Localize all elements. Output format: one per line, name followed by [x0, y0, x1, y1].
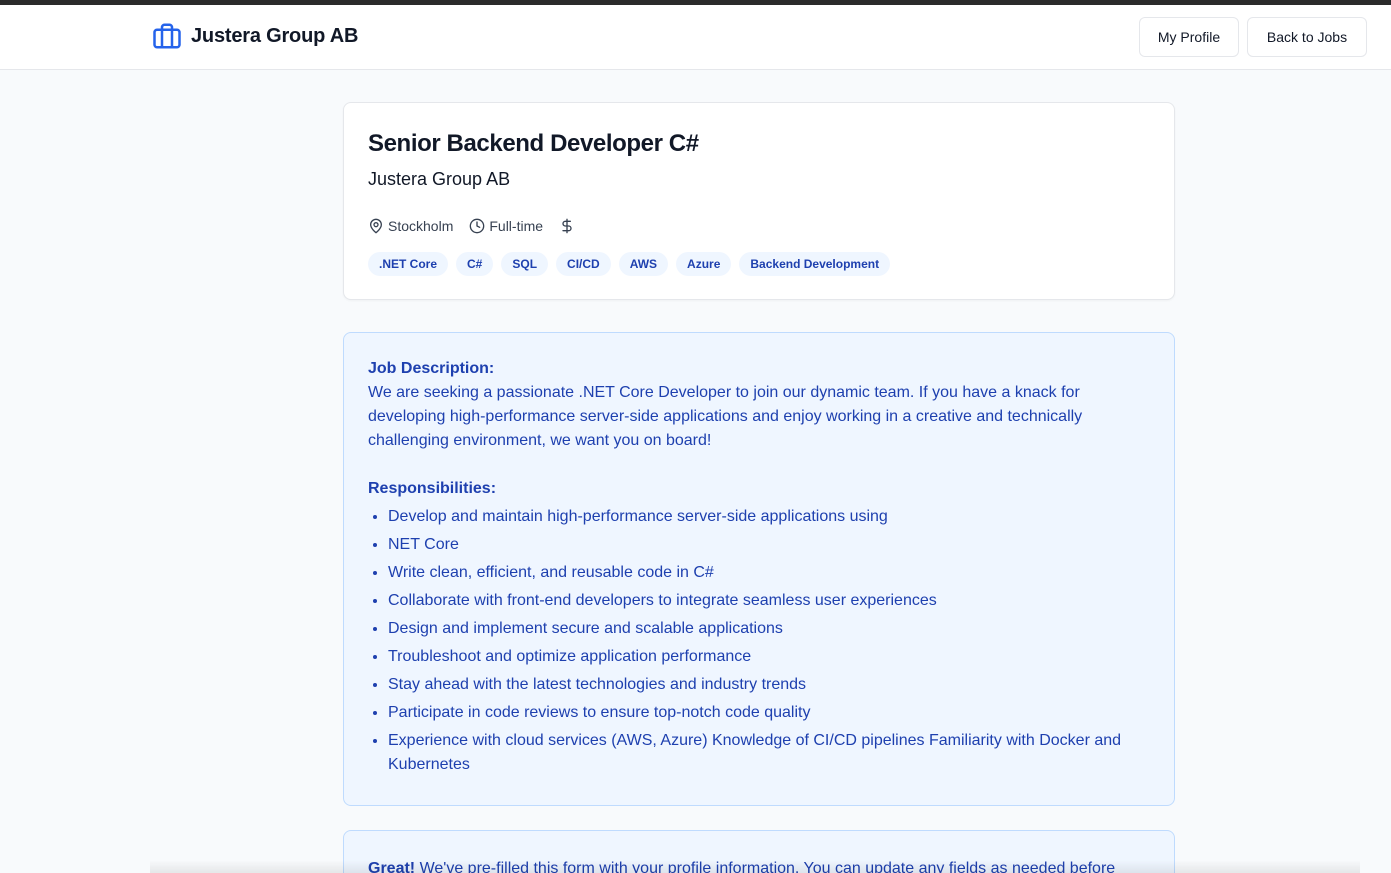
job-type-item: Full-time	[469, 218, 543, 234]
brand-name: Justera Group AB	[191, 24, 359, 47]
job-meta: Stockholm Full-time	[368, 218, 575, 234]
skill-tag: Backend Development	[739, 252, 891, 276]
back-to-jobs-button[interactable]: Back to Jobs	[1247, 17, 1367, 57]
list-item: Collaborate with front-end developers to…	[388, 589, 1148, 613]
site-header: Justera Group AB My Profile Back to Jobs	[0, 5, 1391, 70]
skill-tag: .NET Core	[368, 252, 449, 276]
job-description-panel: Job Description: We are seeking a passio…	[343, 332, 1175, 806]
list-item: Develop and maintain high-performance se…	[388, 505, 1148, 529]
list-item: Participate in code reviews to ensure to…	[388, 701, 1148, 725]
notice-bold: Great!	[368, 860, 416, 873]
dollar-icon	[559, 218, 575, 234]
location-item: Stockholm	[368, 218, 453, 234]
list-item: Write clean, efficient, and reusable cod…	[388, 561, 1148, 585]
notice-message: We've pre-filled this form with your pro…	[415, 860, 1116, 873]
map-pin-icon	[368, 218, 384, 234]
list-item: NET Core	[388, 533, 1148, 557]
list-item: Experience with cloud services (AWS, Azu…	[388, 729, 1148, 777]
skill-tag: Azure	[676, 252, 732, 276]
job-title: Senior Backend Developer C#	[368, 130, 699, 157]
company-name: Justera Group AB	[368, 169, 511, 189]
list-item: Stay ahead with the latest technologies …	[388, 673, 1148, 697]
responsibilities-list: Develop and maintain high-performance se…	[368, 505, 1148, 777]
briefcase-icon	[152, 21, 182, 51]
skill-tag: C#	[456, 252, 494, 276]
job-summary-card: Senior Backend Developer C# Justera Grou…	[343, 102, 1175, 300]
description-text: We are seeking a passionate .NET Core De…	[368, 384, 1083, 449]
skill-tag: SQL	[501, 252, 549, 276]
skill-tag: CI/CD	[556, 252, 611, 276]
description-heading: Job Description:	[368, 360, 495, 377]
my-profile-button[interactable]: My Profile	[1139, 17, 1239, 57]
brand[interactable]: Justera Group AB	[152, 21, 358, 51]
notice-text: Great! We've pre-filled this form with y…	[368, 857, 1115, 873]
salary-item	[559, 218, 575, 234]
prefill-notice: Great! We've pre-filled this form with y…	[343, 830, 1175, 873]
clock-icon	[469, 218, 485, 234]
list-item: Troubleshoot and optimize application pe…	[388, 645, 1148, 669]
skill-tags: .NET Core C# SQL CI/CD AWS Azure Backend…	[368, 252, 891, 276]
list-item: Design and implement secure and scalable…	[388, 617, 1148, 641]
location-text: Stockholm	[388, 218, 454, 234]
responsibilities-heading: Responsibilities:	[368, 480, 497, 497]
job-type-text: Full-time	[489, 218, 544, 234]
skill-tag: AWS	[618, 252, 669, 276]
